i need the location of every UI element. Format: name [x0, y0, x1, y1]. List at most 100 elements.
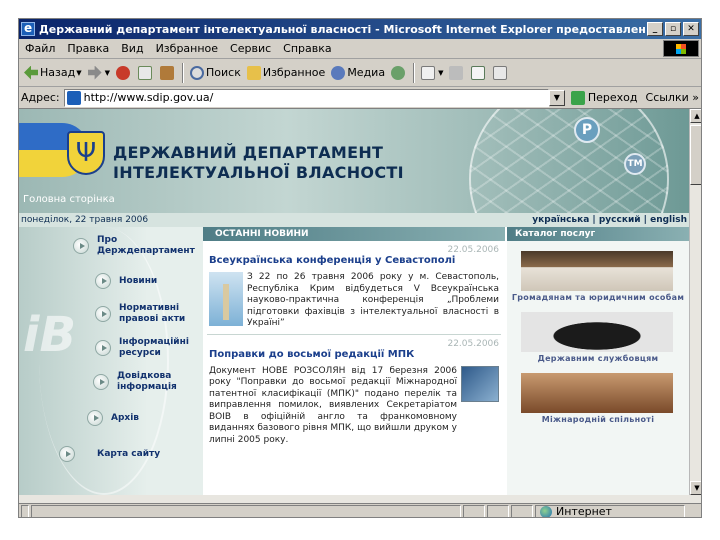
- ib-logo-watermark: iB: [23, 307, 77, 363]
- patent-badge-icon: P: [574, 117, 600, 143]
- print-icon: [449, 65, 464, 80]
- catalog-image-international[interactable]: [521, 373, 673, 413]
- news-title-link[interactable]: Поправки до восьмої редакції МПК: [203, 349, 505, 360]
- stop-button[interactable]: [113, 65, 135, 80]
- catalog-link-international[interactable]: Міжнародній спільноті: [507, 415, 689, 424]
- nav-item-sitemap[interactable]: Карта сайту: [59, 446, 160, 462]
- catalog-link-citizens[interactable]: Громадянам та юридичним особам: [507, 293, 689, 302]
- search-label: Поиск: [206, 66, 241, 79]
- trademark-badge-icon: TM: [624, 153, 646, 175]
- forward-button[interactable]: ▼: [85, 65, 113, 80]
- refresh-button[interactable]: [135, 65, 157, 80]
- scroll-down-icon[interactable]: ▼: [690, 481, 701, 495]
- scroll-up-icon[interactable]: ▲: [690, 109, 701, 123]
- toolbar-separator: [413, 62, 416, 83]
- back-dropdown-icon[interactable]: ▼: [76, 69, 81, 77]
- address-input[interactable]: http://www.sdip.gov.ua/: [63, 88, 549, 107]
- nav-arrow-icon: [95, 273, 111, 289]
- discuss-icon: [493, 65, 508, 80]
- news-title-link[interactable]: Всеукраїнська конференція у Севастополі: [203, 255, 505, 266]
- maximize-button[interactable]: ▫: [665, 22, 681, 36]
- nav-item-label: Інформаційні ресурси: [119, 337, 189, 358]
- favorites-label: Избранное: [262, 66, 326, 79]
- close-button[interactable]: ✕: [683, 22, 699, 36]
- mail-button[interactable]: ▼: [418, 65, 446, 80]
- history-button[interactable]: [388, 65, 410, 80]
- page-icon: [66, 90, 81, 105]
- vertical-scrollbar[interactable]: ▲ ▼: [689, 109, 701, 495]
- menu-edit[interactable]: Правка: [61, 42, 115, 55]
- print-button[interactable]: [446, 65, 468, 80]
- services-catalog: Каталог послуг Громадянам та юридичним о…: [505, 227, 689, 495]
- nav-arrow-icon: [95, 340, 111, 356]
- minimize-button[interactable]: _: [647, 22, 663, 36]
- links-chevron-icon: »: [692, 91, 699, 104]
- home-link[interactable]: Головна сторінка: [23, 194, 115, 205]
- news-text: Документ НОВЕ РОЗСОЛЯН від 17 березня 20…: [209, 365, 457, 445]
- discuss-button[interactable]: [490, 65, 512, 80]
- back-label: Назад: [40, 66, 76, 79]
- favorites-star-icon: [246, 65, 261, 80]
- address-dropdown-icon[interactable]: ▼: [548, 89, 565, 106]
- go-button[interactable]: Переход: [570, 90, 638, 105]
- home-button[interactable]: [157, 65, 179, 80]
- nav-item-reference[interactable]: Довідкова інформація: [93, 371, 183, 393]
- catalog-image-citizens[interactable]: [521, 251, 673, 291]
- toolbar: Назад ▼ ▼ Поиск Избранное Медиа ▼: [19, 59, 701, 87]
- menu-bar: Файл Правка Вид Избранное Сервис Справка: [19, 39, 701, 59]
- windows-logo-icon: [663, 40, 699, 57]
- site-banner: Ψ P TM ДЕРЖАВНИЙ ДЕПАРТАМЕНТ ІНТЕЛЕКТУАЛ…: [19, 109, 689, 213]
- media-button[interactable]: Медиа: [328, 65, 388, 80]
- search-button[interactable]: Поиск: [187, 65, 244, 80]
- menu-favorites[interactable]: Избранное: [150, 42, 224, 55]
- menu-tools[interactable]: Сервис: [224, 42, 277, 55]
- forward-dropdown-icon[interactable]: ▼: [105, 69, 110, 77]
- news-item: З 22 по 26 травня 2006 року у м. Севасто…: [203, 266, 505, 330]
- mail-dropdown-icon[interactable]: ▼: [438, 69, 443, 77]
- nav-item-label: Нормативні правові акти: [119, 303, 186, 324]
- trident-icon: Ψ: [75, 138, 97, 168]
- left-navigation: iB Про Держдепартамент Новини Нормативні…: [19, 227, 203, 495]
- favorites-button[interactable]: Избранное: [244, 65, 328, 80]
- nav-item-label: Карта сайту: [97, 448, 161, 459]
- stop-icon: [116, 65, 130, 80]
- media-label: Медиа: [347, 66, 386, 79]
- nav-item-news[interactable]: Новини: [95, 273, 157, 289]
- language-switcher[interactable]: українська | русский | english: [532, 215, 687, 225]
- menu-view[interactable]: Вид: [115, 42, 149, 55]
- status-pane: [463, 504, 485, 517]
- browser-window: Державний департамент інтелектуальної вл…: [18, 18, 702, 518]
- edit-button[interactable]: [468, 65, 490, 80]
- status-pane: [487, 504, 509, 517]
- menu-file[interactable]: Файл: [19, 42, 61, 55]
- nav-item-label: Довідкова інформація: [117, 371, 177, 392]
- home-icon: [160, 65, 174, 80]
- news-column: ОСТАННІ НОВИНИ 22.05.2006 Всеукраїнська …: [203, 227, 505, 495]
- catalog-image-civil-servants[interactable]: [521, 312, 673, 352]
- mpk-book-image: [461, 365, 499, 402]
- nav-item-info-resources[interactable]: Інформаційні ресурси: [95, 337, 189, 359]
- nav-item-about[interactable]: Про Держдепартамент: [73, 235, 197, 257]
- nav-arrow-icon: [93, 374, 109, 390]
- back-button[interactable]: Назад ▼: [21, 65, 85, 80]
- news-header: ОСТАННІ НОВИНИ: [203, 227, 505, 241]
- links-button[interactable]: Ссылки »: [646, 91, 699, 104]
- news-divider: [207, 333, 501, 335]
- nav-item-legal-acts[interactable]: Нормативні правові акти: [95, 303, 189, 325]
- menu-help[interactable]: Справка: [277, 42, 337, 55]
- nav-item-archive[interactable]: Архів: [87, 410, 139, 426]
- refresh-icon: [138, 65, 152, 80]
- search-icon: [190, 65, 204, 80]
- status-page-icon: [21, 504, 29, 517]
- address-bar: Адрес: http://www.sdip.gov.ua/ ▼ Переход…: [19, 87, 701, 109]
- catalog-link-civil-servants[interactable]: Державним службовцям: [507, 354, 689, 363]
- toolbar-separator: [182, 62, 184, 83]
- horizontal-scrollbar[interactable]: [19, 495, 701, 503]
- nav-arrow-icon: [95, 306, 111, 322]
- scroll-thumb[interactable]: [690, 125, 701, 185]
- forward-arrow-icon: [87, 65, 102, 80]
- date-bar: понеділок, 22 травня 2006 українська | р…: [19, 213, 689, 227]
- sevastopol-monument-image: [209, 272, 243, 326]
- media-icon: [331, 65, 346, 80]
- address-label: Адрес:: [21, 91, 60, 104]
